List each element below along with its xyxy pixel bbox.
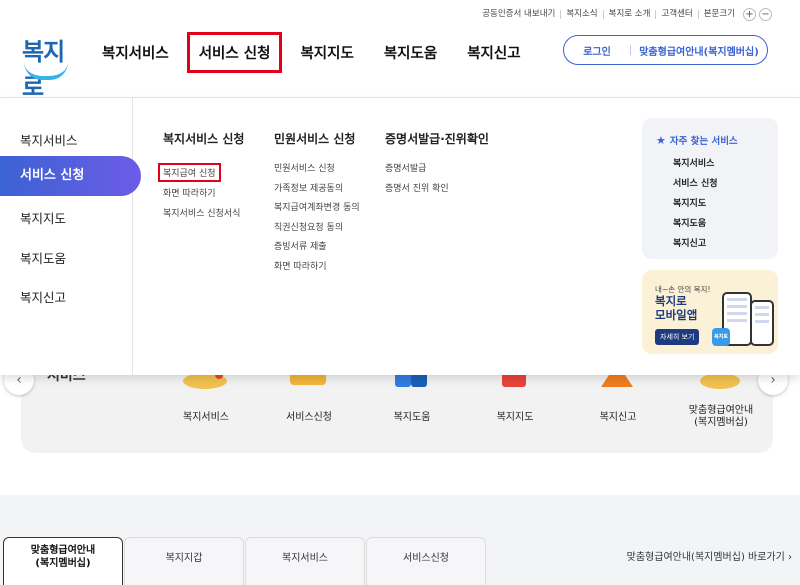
column-title: 증명서발급·진위확인 [385,132,489,146]
login-button[interactable]: 로그인 [564,43,630,58]
favorite-services: ★ 자주 찾는 서비스 복지서비스 서비스 신청 복지지도 복지도움 복지신고 [642,118,778,259]
font-decrease-button[interactable]: − [759,7,772,21]
membership-guide-link[interactable]: 맞춤형급여안내(복지멤버십) [631,43,767,58]
tab-service-apply[interactable]: 서비스신청 [366,537,486,585]
side-item-welfare-report[interactable]: 복지신고 [20,287,66,306]
quick-label-welfare-service[interactable]: 복지서비스 [161,412,251,424]
menu-link-civil-apply[interactable]: 민원서비스 신청 [274,161,360,181]
tab-welfare-service[interactable]: 복지서비스 [245,537,365,585]
favorite-services-title: ★ 자주 찾는 서비스 [656,133,738,148]
nav-welfare-help[interactable]: 복지도움 [384,42,437,73]
star-icon: ★ [656,133,666,147]
site-header: 공동인증서 내보내기 복지소식 복지로 소개 고객센터 본문크기 + − 복지로… [0,0,800,101]
phone-mockup-icon [750,300,774,346]
util-font-size-label: 본문크기 [697,9,740,19]
quick-label-welfare-help[interactable]: 복지도움 [367,412,457,424]
menu-link-apply-forms[interactable]: 복지서비스 신청서식 [163,206,244,226]
side-item-welfare-map[interactable]: 복지지도 [20,208,66,227]
util-about[interactable]: 복지로 소개 [602,9,656,19]
nav-service-apply[interactable]: 서비스 신청 [186,32,283,73]
menu-link-walkthrough[interactable]: 화면 따라하기 [274,259,360,279]
menu-column-certificates: 증명서발급·진위확인 증명서발급 증명서 진위 확인 [385,130,489,200]
app-badge-icon: 복지로 [712,328,730,346]
main-nav: 복지서비스 서비스 신청 복지지도 복지도움 복지신고 [102,32,551,73]
menu-column-civil-service: 민원서비스 신청 민원서비스 신청 가족정보 제공동의 복지급여계좌변경 동의 … [274,130,360,278]
favorite-welfare-report[interactable]: 복지신고 [673,236,706,249]
nav-welfare-map[interactable]: 복지지도 [300,42,353,73]
side-item-service-apply[interactable]: 서비스 신청 [0,156,141,196]
menu-link-ex-officio[interactable]: 직권신청요청 동의 [274,220,360,240]
mega-side-nav: 복지서비스 서비스 신청 복지지도 복지도움 복지신고 [0,98,141,375]
column-title: 복지서비스 신청 [163,132,245,146]
favorite-welfare-service[interactable]: 복지서비스 [673,156,714,169]
bottom-tabs: 맞춤형급여안내 (복지멤버십) 복지지갑 복지서비스 서비스신청 [3,537,487,585]
menu-link-benefit-apply[interactable]: 복지급여 신청 [158,163,221,182]
font-increase-button[interactable]: + [743,7,756,21]
util-customer-center[interactable]: 고객센터 [655,9,697,19]
utility-bar: 공동인증서 내보내기 복지소식 복지로 소개 고객센터 본문크기 + − [477,6,772,22]
menu-link-account-change[interactable]: 복지급여계좌변경 동의 [274,200,360,220]
account-box: 로그인 맞춤형급여안내(복지멤버십) [563,35,768,65]
favorite-welfare-help[interactable]: 복지도움 [673,216,706,229]
app-banner-detail-button[interactable]: 자세히 보기 [655,329,700,345]
quick-label-welfare-map[interactable]: 복지지도 [470,412,560,424]
nav-welfare-service[interactable]: 복지서비스 [102,42,169,73]
favorite-service-apply[interactable]: 서비스 신청 [673,176,718,189]
app-banner-title-line1: 복지로 [655,294,687,308]
side-item-welfare-service[interactable]: 복지서비스 [20,130,78,149]
tab-wallet[interactable]: 복지지갑 [124,537,244,585]
tab-membership[interactable]: 맞춤형급여안내 (복지멤버십) [3,537,123,585]
menu-column-welfare-apply: 복지서비스 신청 복지급여 신청 화면 따라하기 복지서비스 신청서식 [158,130,245,226]
app-banner-title-line2: 모바일앱 [655,308,698,322]
util-cert-export[interactable]: 공동인증서 내보내기 [477,9,560,19]
favorite-welfare-map[interactable]: 복지지도 [673,196,706,209]
mobile-app-banner[interactable]: 내~손 안의 복지! 복지로 모바일앱 자세히 보기 복지로 [642,270,778,354]
util-news[interactable]: 복지소식 [560,9,602,19]
quick-label-membership[interactable]: 맞춤형급여안내 (복지멤버십) [676,405,766,429]
nav-welfare-report[interactable]: 복지신고 [467,42,520,73]
menu-link-certificate-issue[interactable]: 증명서발급 [385,161,489,181]
quick-label-service-apply[interactable]: 서비스신청 [264,412,354,424]
side-item-welfare-help[interactable]: 복지도움 [20,248,66,267]
favorite-services-title-text: 자주 찾는 서비스 [669,136,738,147]
site-logo[interactable]: 복지로 [18,32,78,101]
app-banner-title: 복지로 모바일앱 [655,294,697,322]
menu-link-submit-documents[interactable]: 증빙서류 제출 [274,239,360,259]
column-title: 민원서비스 신청 [274,132,356,146]
menu-link-certificate-verify[interactable]: 증명서 진위 확인 [385,181,489,201]
quick-label-welfare-report[interactable]: 복지신고 [573,412,663,424]
membership-shortcut-link[interactable]: 맞춤형급여안내(복지멤버십) 바로가기 › [627,548,792,563]
mega-menu: 복지서비스 서비스 신청 복지지도 복지도움 복지신고 복지서비스 신청 복지급… [0,98,800,375]
menu-link-walkthrough[interactable]: 화면 따라하기 [163,186,244,206]
menu-link-family-consent[interactable]: 가족정보 제공동의 [274,181,360,201]
